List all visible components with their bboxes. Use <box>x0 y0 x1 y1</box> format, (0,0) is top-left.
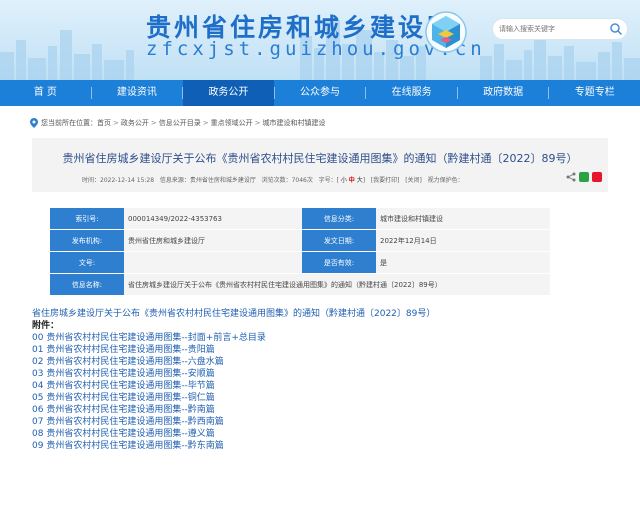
date-value: 2022年12月14日 <box>376 230 550 252</box>
index-label: 索引号: <box>50 208 124 230</box>
category-label: 信息分类: <box>302 208 376 230</box>
info-row: 索引号: 000014349/2022-4353763 信息分类: 城市建设和村… <box>50 208 550 230</box>
breadcrumb-home[interactable]: 首页 <box>97 118 111 128</box>
weibo-icon[interactable] <box>592 172 602 182</box>
attachment-link[interactable]: 08 贵州省农村村民住宅建设通用图集--遵义篇 <box>32 428 640 440</box>
print-link[interactable]: [我要打印] <box>371 177 400 184</box>
info-name-label: 信息名称: <box>50 274 124 296</box>
font-size-small[interactable]: 小 <box>341 177 347 184</box>
article-header-panel: 贵州省住房城乡建设厅关于公布《贵州省农村村民住宅建设通用图集》的通知（黔建村通〔… <box>32 138 608 192</box>
close-link[interactable]: [关闭] <box>405 177 422 184</box>
attachment-link[interactable]: 03 贵州省农村村民住宅建设通用图集--安顺篇 <box>32 368 640 380</box>
attachment-link[interactable]: 09 贵州省农村村民住宅建设通用图集--黔东南篇 <box>32 440 640 452</box>
location-pin-icon <box>30 118 38 128</box>
article-lead-paragraph: 省住房城乡建设厅关于公布《贵州省农村村民住宅建设通用图集》的通知（黔建村通〔20… <box>32 309 436 319</box>
article-meta: 时间：2022-12-14 15:28 信息来源：贵州省住房和城乡建设厅 浏览次… <box>82 177 464 184</box>
org-value: 贵州省住房和城乡建设厅 <box>124 230 302 252</box>
info-table: 索引号: 000014349/2022-4353763 信息分类: 城市建设和村… <box>50 208 550 296</box>
site-header: 贵州省住房和城乡建设厅 zfcxjst.guizhou.gov.cn <box>0 0 640 80</box>
breadcrumb-urban-rural[interactable]: 城市建设和村镇建设 <box>263 118 326 128</box>
attachment-link[interactable]: 01 贵州省农村村民住宅建设通用图集--贵阳篇 <box>32 344 640 356</box>
breadcrumb-gov-affairs[interactable]: 政务公开 <box>121 118 149 128</box>
breadcrumb-prefix: 您当前所在位置： <box>41 119 97 127</box>
valid-label: 是否有效: <box>302 252 376 274</box>
font-size-large[interactable]: 大 <box>357 177 363 184</box>
nav-online-service[interactable]: 在线服务 <box>366 80 457 106</box>
date-label: 发文日期: <box>302 230 376 252</box>
attachment-link[interactable]: 02 贵州省农村村民住宅建设通用图集--六盘水篇 <box>32 356 640 368</box>
font-size-label: 字号： <box>318 177 337 184</box>
index-value: 000014349/2022-4353763 <box>124 208 302 230</box>
attachment-link[interactable]: 04 贵州省农村村民住宅建设通用图集--毕节篇 <box>32 380 640 392</box>
search-box <box>492 18 628 40</box>
attachments-heading: 附件： <box>32 321 60 331</box>
attachment-link[interactable]: 06 贵州省农村村民住宅建设通用图集--黔南篇 <box>32 404 640 416</box>
share-bar <box>566 172 602 182</box>
breadcrumb-catalog[interactable]: 信息公开目录 <box>159 118 201 128</box>
nav-news[interactable]: 建设资讯 <box>92 80 183 106</box>
info-row: 发布机构: 贵州省住房和城乡建设厅 发文日期: 2022年12月14日 <box>50 230 550 252</box>
article-title: 贵州省住房城乡建设厅关于公布《贵州省农村村民住宅建设通用图集》的通知（黔建村通〔… <box>62 152 578 165</box>
article-body: 省住房城乡建设厅关于公布《贵州省农村村民住宅建设通用图集》的通知（黔建村通〔20… <box>32 308 640 452</box>
nav-gov-data[interactable]: 政府数据 <box>458 80 549 106</box>
org-label: 发布机构: <box>50 230 124 252</box>
doc-number-label: 文号: <box>50 252 124 274</box>
info-row: 信息名称: 省住房城乡建设厅关于公布《贵州省农村村民住宅建设通用图集》的通知（黔… <box>50 274 550 296</box>
nav-home[interactable]: 首 页 <box>0 80 91 106</box>
nav-participation[interactable]: 公众参与 <box>275 80 366 106</box>
nav-gov-affairs[interactable]: 政务公开 <box>183 80 274 106</box>
share-icon[interactable] <box>566 172 576 182</box>
attachment-link[interactable]: 00 贵州省农村村民住宅建设通用图集--封面+前言+总目录 <box>32 332 640 344</box>
search-input[interactable] <box>499 22 607 36</box>
info-row: 文号: 是否有效: 是 <box>50 252 550 274</box>
doc-number-value <box>124 252 302 274</box>
breadcrumb-key-areas[interactable]: 重点领域公开 <box>211 118 253 128</box>
font-size-medium[interactable]: 中 <box>349 177 355 184</box>
search-icon[interactable] <box>609 22 623 36</box>
article-source: 信息来源：贵州省住房和城乡建设厅 <box>159 177 256 184</box>
valid-value: 是 <box>376 252 550 274</box>
main-nav: 首 页 建设资讯 政务公开 公众参与 在线服务 政府数据 专题专栏 <box>0 80 640 106</box>
attachment-link[interactable]: 05 贵州省农村村民住宅建设通用图集--铜仁篇 <box>32 392 640 404</box>
article-date: 时间：2022-12-14 15:28 <box>82 177 155 184</box>
department-logo-icon[interactable] <box>424 10 468 54</box>
attachment-link[interactable]: 07 贵州省农村村民住宅建设通用图集--黔西南篇 <box>32 416 640 428</box>
breadcrumb: 您当前所在位置： 首页 > 政务公开 > 信息公开目录 > 重点领域公开 > 城… <box>0 112 640 134</box>
category-value: 城市建设和村镇建设 <box>376 208 550 230</box>
nav-special-topics[interactable]: 专题专栏 <box>549 80 640 106</box>
info-name-value: 省住房城乡建设厅关于公布《贵州省农村村民住宅建设通用图集》的通知（黔建村通〔20… <box>124 274 550 296</box>
vision-protect-label: 视力保护色： <box>427 177 464 184</box>
wechat-icon[interactable] <box>579 172 589 182</box>
article-views: 浏览次数：7046次 <box>261 177 313 184</box>
